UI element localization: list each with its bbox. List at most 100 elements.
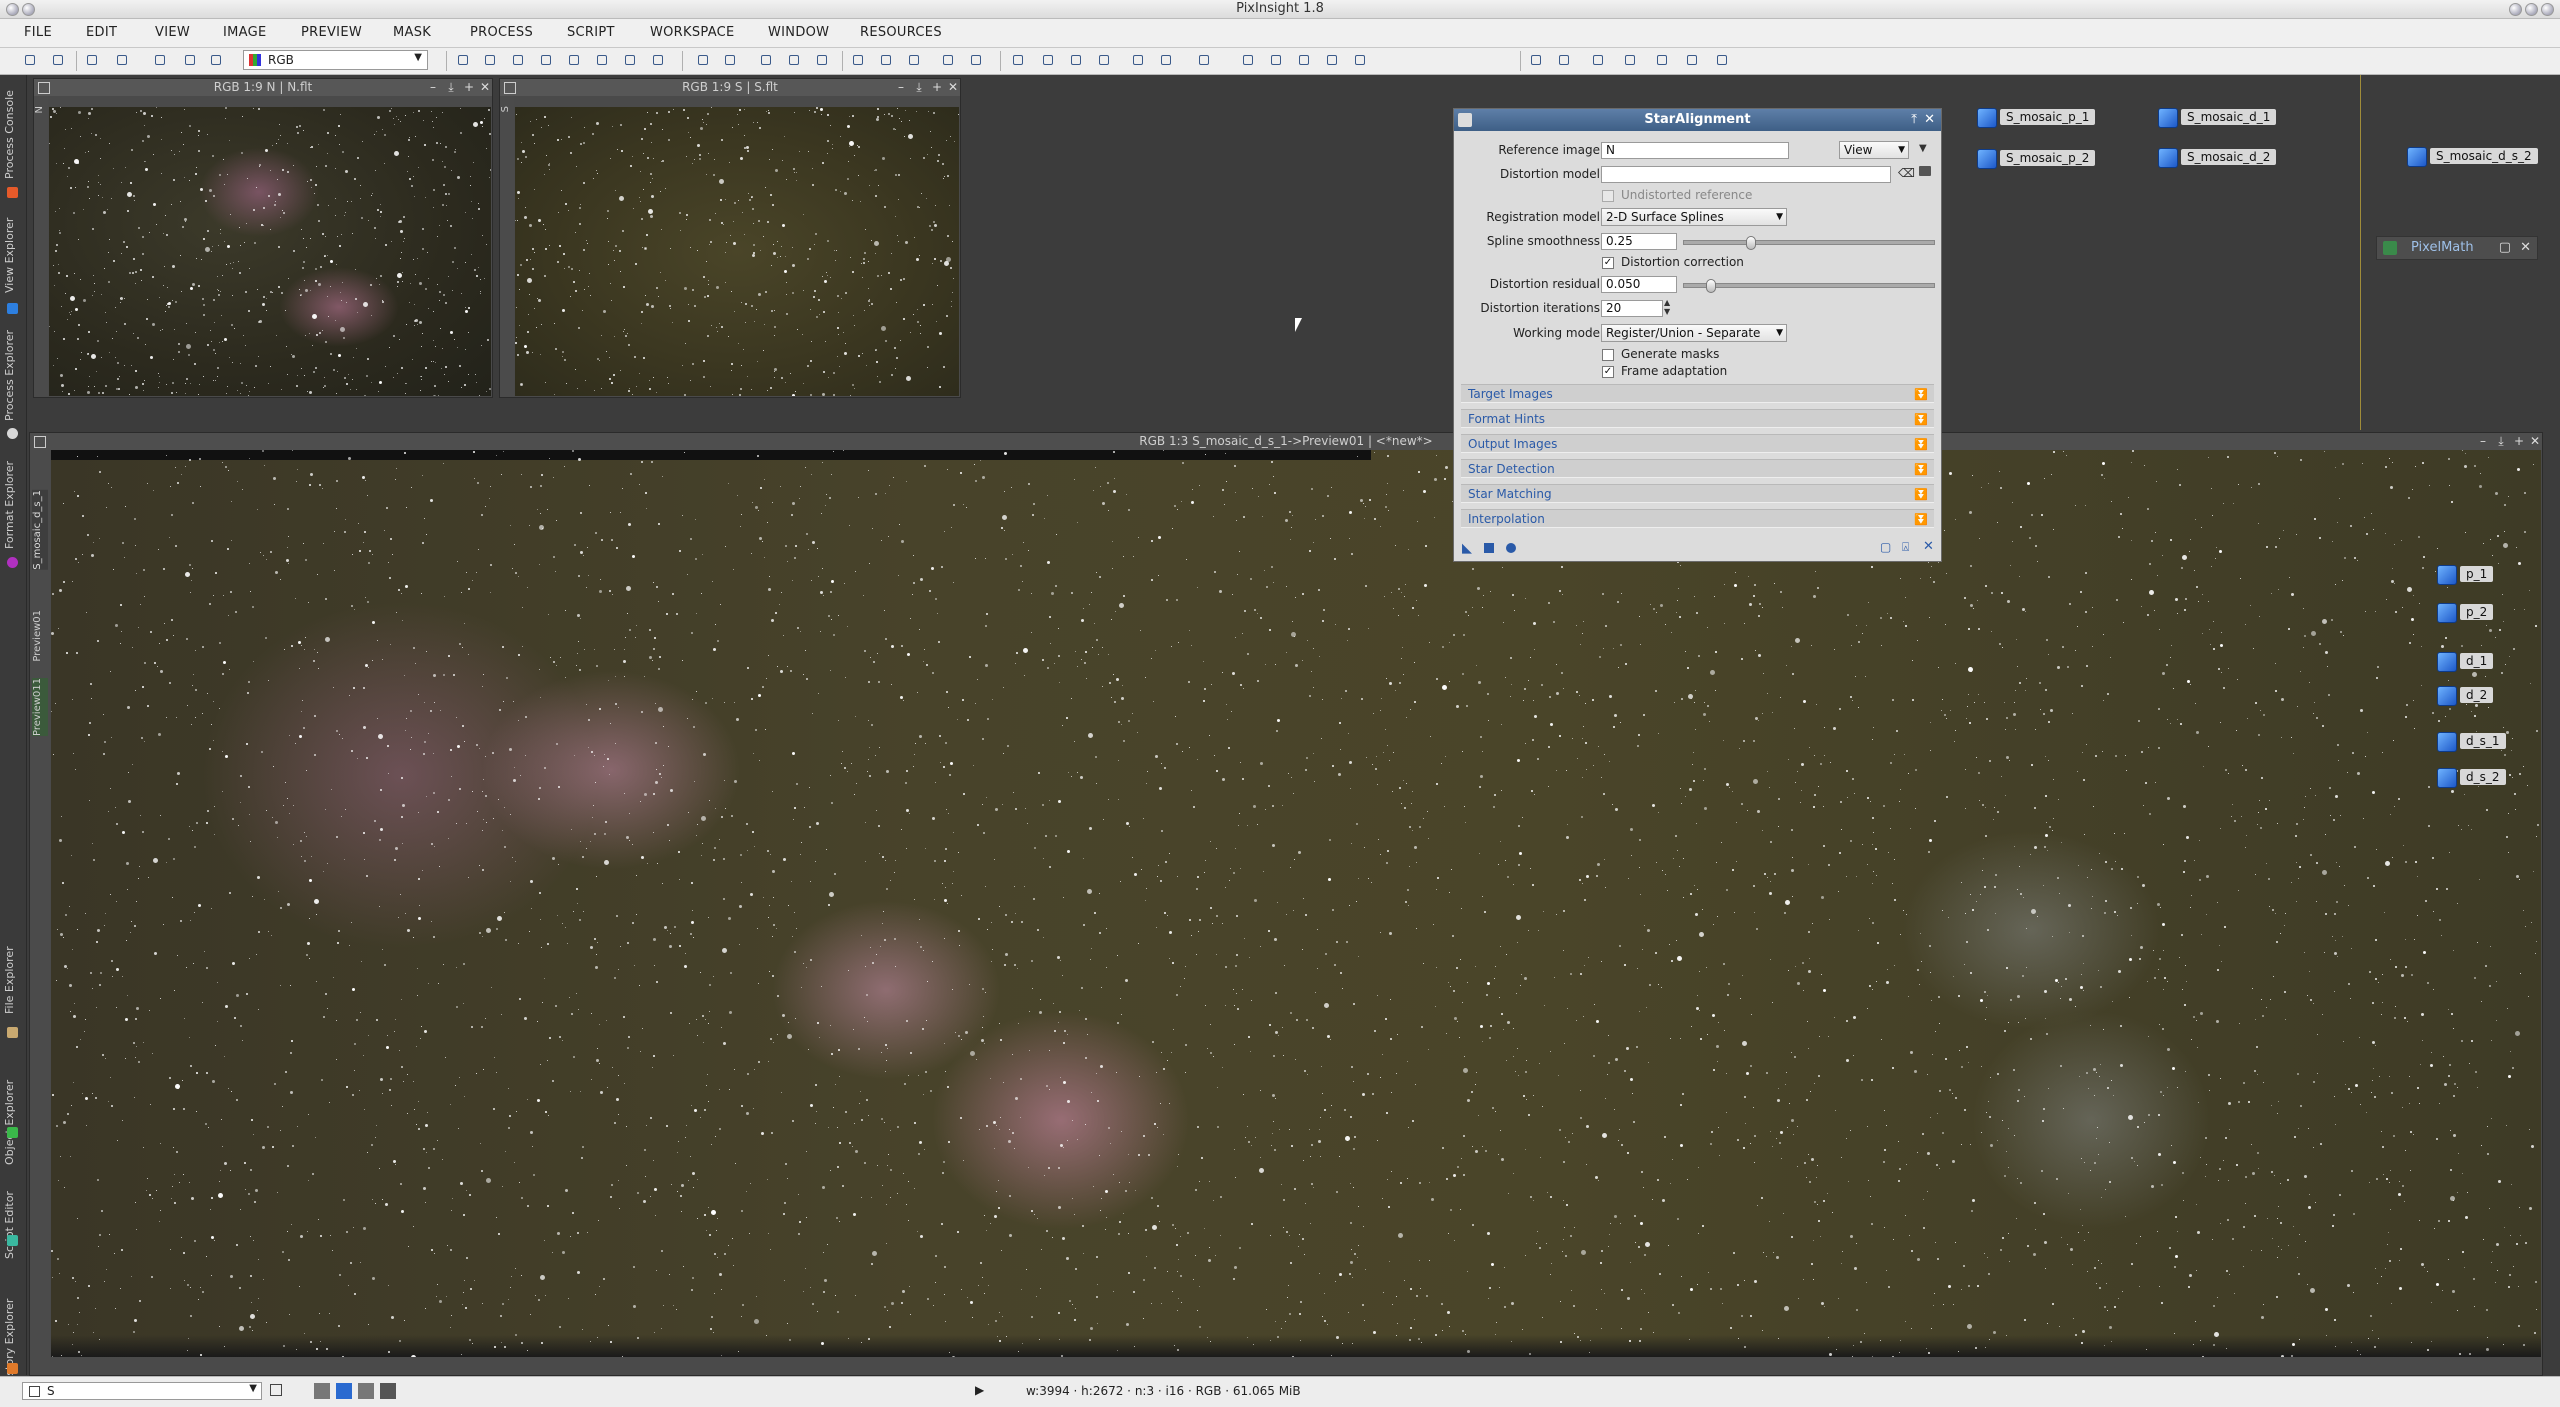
menu-edit[interactable]: EDIT [86,25,117,40]
zoom-fit-icon[interactable] [482,52,499,69]
image-canvas-s[interactable] [515,107,959,396]
zoom-actual-icon[interactable] [510,52,527,69]
save-icon[interactable] [152,52,169,69]
browser-icon[interactable] [1352,52,1369,69]
dock-tab-process-console[interactable]: Process Console [3,85,23,185]
workspace-5-icon[interactable] [1654,52,1671,69]
maximize-window-icon[interactable] [2525,3,2538,16]
selection-icon[interactable] [622,52,639,69]
explorer-icon[interactable] [1324,52,1341,69]
mask-invert-icon[interactable] [968,52,985,69]
menu-process[interactable]: PROCESS [470,25,533,40]
stf-boost-icon[interactable] [1130,52,1147,69]
close-image-icon[interactable] [182,52,199,69]
image-canvas-n[interactable] [49,107,491,396]
shade-icon[interactable]: ⤓ [444,80,458,94]
menu-file[interactable]: FILE [24,25,52,40]
menu-mask[interactable]: MASK [393,25,431,40]
stf-icon[interactable] [1010,52,1027,69]
pointer-icon[interactable] [650,52,667,69]
channel-select[interactable]: RGB ▼ [243,50,428,70]
maximize-icon[interactable]: + [930,80,944,94]
screen-icon[interactable] [1240,52,1257,69]
minimize-window-icon[interactable] [2509,3,2522,16]
workspace-4-icon[interactable] [1622,52,1639,69]
maximize-icon[interactable]: + [2512,434,2526,448]
layout-icon[interactable] [1296,52,1313,69]
window-title-bar[interactable]: RGB 1:9 S | S.flt – ⤓ + ✕ [500,79,960,96]
star [534,252,535,253]
shade-icon[interactable]: ⤓ [912,80,926,94]
zoom-1-2-icon[interactable] [814,52,831,69]
redo-icon[interactable] [50,52,67,69]
dock-tab-view-explorer[interactable]: View Explorer [3,210,23,300]
dock-tab-script-editor[interactable]: Script Editor [3,1185,23,1265]
mask-show-icon[interactable] [940,52,957,69]
pan-icon[interactable] [566,52,583,69]
close-icon[interactable]: ✕ [2528,434,2542,448]
window-title-bar[interactable]: RGB 1:9 N | N.flt – ⤓ + ✕ [34,79,492,96]
new-image-icon[interactable] [84,52,101,69]
star [2062,646,2064,648]
view-tab-main[interactable]: S_mosaic_d_s_1 [32,490,48,570]
stf-auto-icon[interactable] [1040,52,1057,69]
readout-icon[interactable] [594,52,611,69]
dock-tab-process-explorer[interactable]: Process Explorer [3,325,23,425]
image-window-n[interactable]: RGB 1:9 N | N.flt – ⤓ + ✕ N [33,78,493,398]
dock-tab-format-explorer[interactable]: Format Explorer [3,455,23,555]
minimize-icon[interactable]: – [894,80,908,94]
menu-image[interactable]: IMAGE [223,25,267,40]
open-file-icon[interactable] [114,52,131,69]
preview-edit-icon[interactable] [878,52,895,69]
view-tab[interactable]: S [500,106,514,112]
workspace-1-icon[interactable] [1528,52,1545,69]
close-icon[interactable]: ✕ [478,80,492,94]
move-icon[interactable] [538,52,555,69]
zoom-out-icon[interactable] [722,52,739,69]
view-tab-preview011[interactable]: Preview011 [32,678,48,737]
window-title-bar[interactable]: RGB 1:3 S_mosaic_d_s_1->Preview01 | <*ne… [30,433,2542,450]
close-window-icon[interactable] [2541,3,2554,16]
view-tab-preview01[interactable]: Preview01 [32,610,48,662]
preview-close-icon[interactable] [906,52,923,69]
workspace-2-icon[interactable] [1556,52,1573,69]
dock-tab-file-explorer[interactable]: File Explorer [3,935,23,1025]
undo-icon[interactable] [22,52,39,69]
menu-preview[interactable]: PREVIEW [301,25,362,40]
window-control-icon[interactable] [22,3,35,16]
maximize-icon[interactable]: + [462,80,476,94]
star [344,377,346,379]
shade-icon[interactable]: ⤓ [2494,434,2508,448]
stf-link-icon[interactable] [1068,52,1085,69]
stf-reset-icon[interactable] [1096,52,1113,69]
menu-resources[interactable]: RESOURCES [860,25,942,40]
star [2045,834,2048,837]
menu-window[interactable]: WINDOW [768,25,829,40]
star [186,378,188,380]
star [1818,1075,1820,1077]
view-tab[interactable]: N [34,106,48,113]
menu-view[interactable]: VIEW [155,25,190,40]
close-icon[interactable]: ✕ [946,80,960,94]
workspace-3-icon[interactable] [1590,52,1607,69]
zoom-in-icon[interactable] [695,52,712,69]
zoom-1-1-icon[interactable] [758,52,775,69]
window-control-icon[interactable] [6,3,19,16]
workspace-7-icon[interactable] [1714,52,1731,69]
menu-workspace[interactable]: WORKSPACE [650,25,735,40]
image-window-main[interactable]: RGB 1:3 S_mosaic_d_s_1->Preview01 | <*ne… [29,432,2543,1376]
dock-tab-object-explorer[interactable]: Object Explorer [3,1075,23,1170]
minimize-icon[interactable]: – [426,80,440,94]
screen-split-icon[interactable] [1268,52,1285,69]
channel-icon[interactable] [208,52,225,69]
preview-new-icon[interactable] [850,52,867,69]
menu-script[interactable]: SCRIPT [567,25,615,40]
zoom-2-1-icon[interactable] [786,52,803,69]
image-window-s[interactable]: RGB 1:9 S | S.flt – ⤓ + ✕ S [499,78,961,398]
readout-probe-icon[interactable] [1196,52,1213,69]
image-canvas-main[interactable] [51,450,2541,1357]
minimize-icon[interactable]: – [2476,434,2490,448]
pan-mode-icon[interactable] [455,52,472,69]
workspace-6-icon[interactable] [1684,52,1701,69]
stf-24bit-icon[interactable] [1158,52,1175,69]
